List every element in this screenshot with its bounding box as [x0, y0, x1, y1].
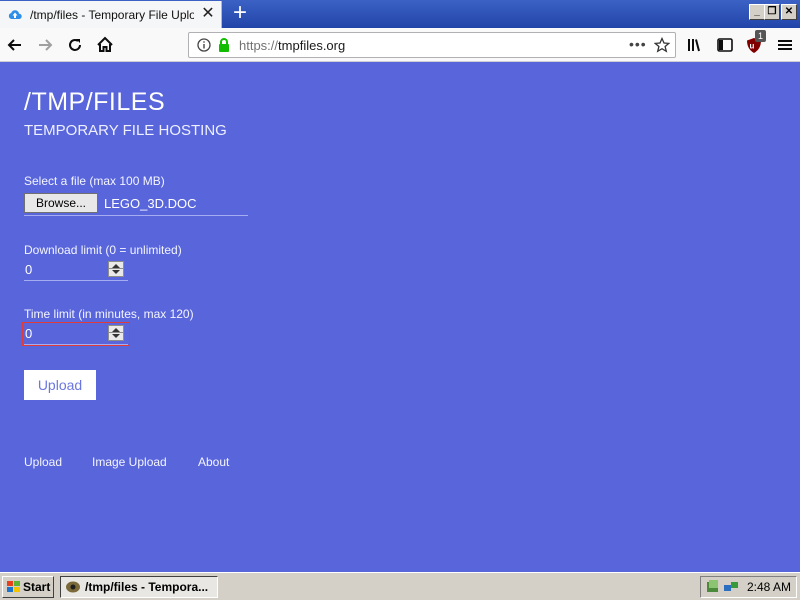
upload-button[interactable]: Upload: [24, 370, 96, 400]
time-limit-spinner[interactable]: [108, 325, 124, 341]
url-scheme: https://: [239, 38, 279, 53]
windows-logo-icon: [7, 581, 20, 592]
clock: 2:48 AM: [747, 580, 792, 594]
download-limit-spinner[interactable]: [108, 261, 124, 277]
close-window-button[interactable]: ✕: [781, 4, 797, 20]
selected-file-name: LEGO_3D.DOC: [104, 196, 197, 211]
ublock-origin-button[interactable]: u 1: [744, 30, 767, 56]
time-limit-underline: [24, 344, 128, 345]
tab-strip: /tmp/files - Temporary File Upload ✕ + _…: [0, 0, 800, 28]
download-limit-input[interactable]: 0: [24, 260, 128, 281]
spinner-divider: [109, 332, 123, 333]
taskbar-item-browser[interactable]: /tmp/files - Tempora...: [60, 576, 218, 598]
page-title: /TMP/FILES: [24, 88, 166, 116]
url-bar[interactable]: https://tmpfiles.org •••: [188, 32, 676, 58]
start-label: Start: [23, 580, 51, 594]
start-button[interactable]: Start: [2, 576, 54, 598]
ublock-badge: 1: [755, 30, 767, 42]
navigation-toolbar: https://tmpfiles.org ••• u 1: [0, 28, 800, 62]
time-limit-label: Time limit (in minutes, max 120): [24, 307, 194, 321]
footer-link-about[interactable]: About: [198, 455, 229, 469]
footer-link-upload[interactable]: Upload: [24, 455, 62, 469]
browse-button[interactable]: Browse...: [24, 193, 98, 213]
time-limit-value: 0: [25, 326, 33, 341]
file-label: Select a file (max 100 MB): [24, 174, 165, 188]
reload-icon[interactable]: [64, 34, 86, 56]
file-input-underline: [24, 215, 248, 216]
back-icon[interactable]: [4, 34, 26, 56]
menu-icon[interactable]: [774, 34, 796, 56]
page-actions-icon[interactable]: •••: [629, 36, 647, 52]
footer-link-image-upload[interactable]: Image Upload: [92, 455, 167, 469]
lock-icon[interactable]: [217, 37, 231, 53]
tab-title: /tmp/files - Temporary File Upload: [30, 8, 194, 22]
spin-down-icon[interactable]: [112, 334, 120, 338]
download-limit-label: Download limit (0 = unlimited): [24, 243, 182, 257]
cloud-upload-icon: [8, 10, 22, 19]
system-tray: 2:48 AM: [700, 576, 797, 598]
forward-icon[interactable]: [34, 34, 56, 56]
download-limit-value: 0: [25, 262, 33, 277]
network-icon[interactable]: [723, 580, 739, 594]
library-icon[interactable]: [684, 34, 706, 56]
taskbar-item-label: /tmp/files - Tempora...: [85, 580, 209, 594]
bookmark-star-icon[interactable]: [654, 37, 670, 53]
url-text[interactable]: https://tmpfiles.org: [239, 38, 345, 53]
info-icon[interactable]: [197, 38, 211, 52]
tab-active[interactable]: /tmp/files - Temporary File Upload ✕: [0, 1, 222, 28]
page-subtitle: TEMPORARY FILE HOSTING: [24, 122, 227, 139]
sidebar-icon[interactable]: [714, 34, 736, 56]
tray-app-icon[interactable]: [705, 579, 721, 595]
spinner-divider: [109, 268, 123, 269]
restore-button[interactable]: ❐: [764, 4, 780, 20]
home-icon[interactable]: [94, 34, 116, 56]
page-content: /TMP/FILES TEMPORARY FILE HOSTING Select…: [0, 62, 800, 572]
taskbar: Start /tmp/files - Tempora... 2:48 AM: [0, 572, 800, 600]
download-limit-underline: [24, 280, 128, 281]
svg-text:u: u: [750, 42, 755, 51]
new-tab-button[interactable]: +: [228, 1, 252, 26]
url-host: tmpfiles.org: [278, 38, 346, 53]
tab-close-icon[interactable]: ✕: [199, 5, 217, 23]
browser-app-icon: [66, 581, 80, 593]
minimize-button[interactable]: _: [749, 4, 765, 20]
spin-down-icon[interactable]: [112, 270, 120, 274]
time-limit-input[interactable]: 0: [22, 322, 130, 346]
